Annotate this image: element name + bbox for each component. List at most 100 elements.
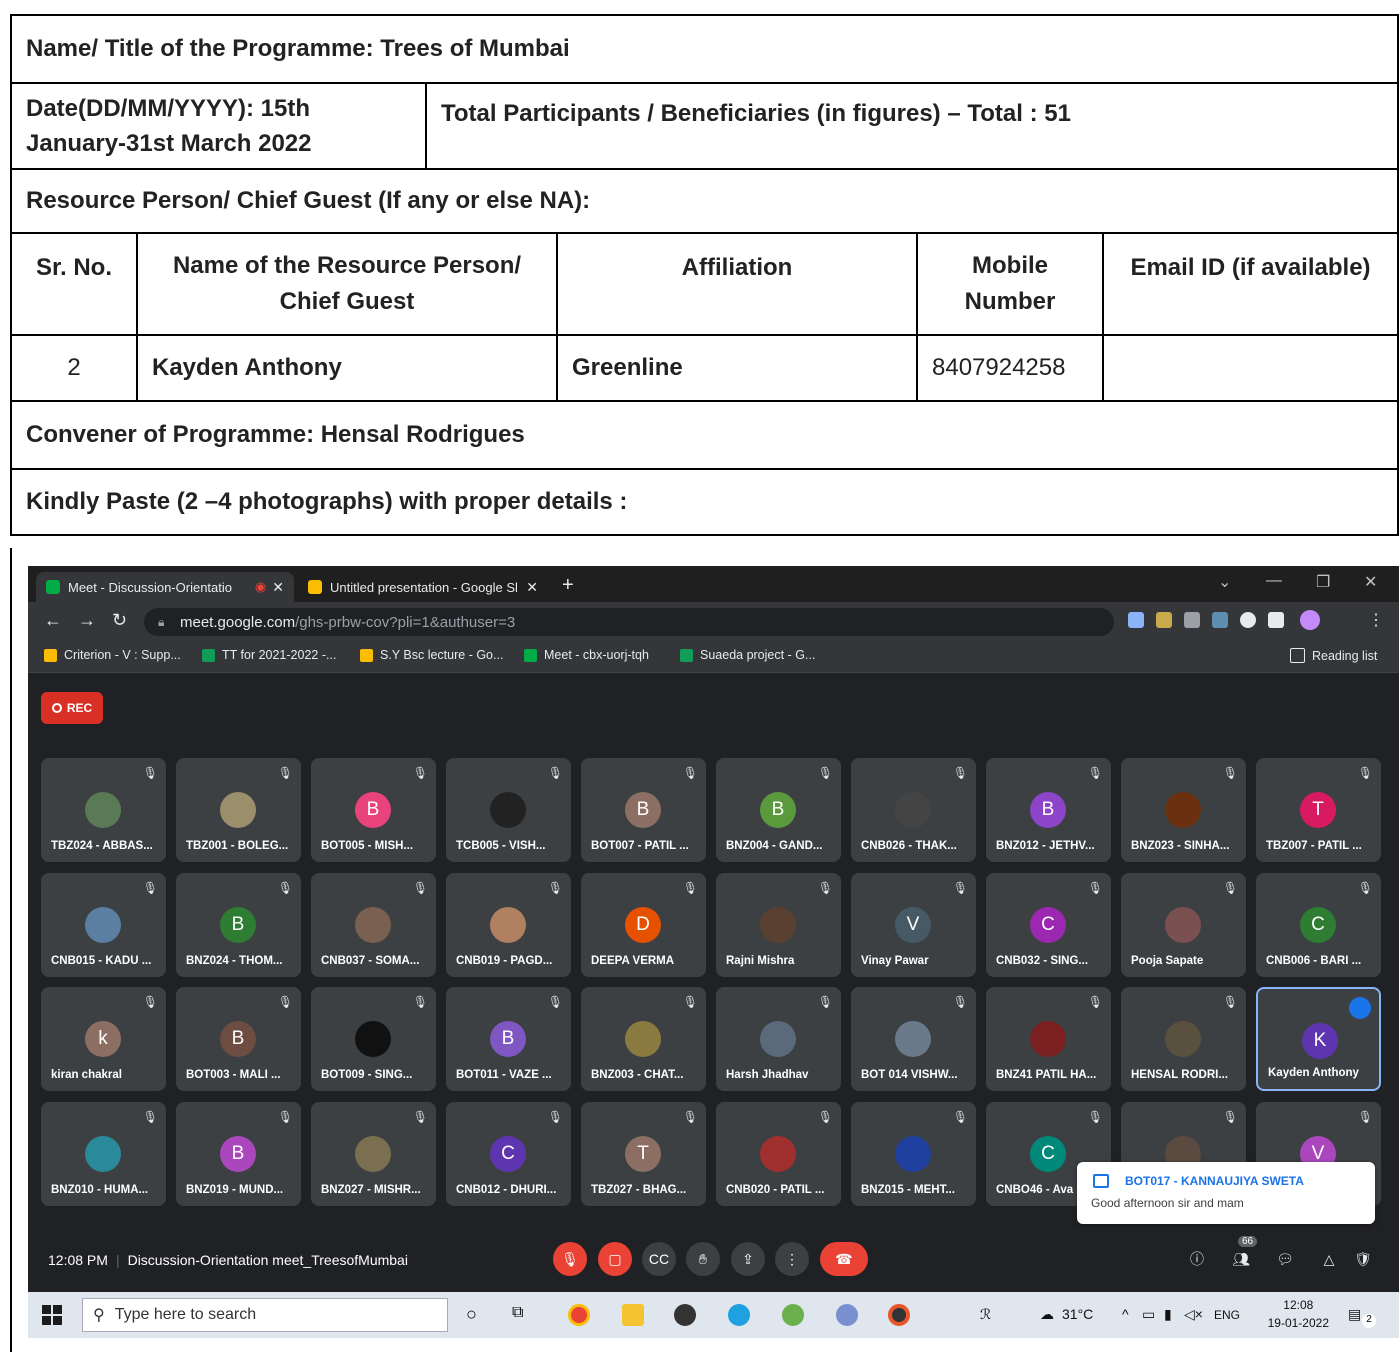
mic-off-icon[interactable]: 🎙︎ — [553, 1242, 587, 1276]
chrome-icon[interactable] — [568, 1304, 590, 1326]
leave-call-icon[interactable]: ☎︎ — [820, 1242, 868, 1276]
tray-expand-icon[interactable]: ^ — [1122, 1306, 1129, 1322]
obs-icon[interactable] — [674, 1304, 696, 1326]
extension-icon[interactable] — [1156, 612, 1172, 628]
tab-slides[interactable]: Untitled presentation - Google Sl ✕ — [298, 572, 548, 602]
bookmark-item[interactable]: Criterion - V : Supp... — [44, 648, 181, 662]
puzzle-icon[interactable] — [1268, 612, 1284, 628]
extension-icon[interactable] — [1212, 612, 1228, 628]
participant-tile[interactable]: 🎙︎ CNB037 - SOMA... — [311, 872, 436, 977]
people-icon[interactable]: 👥︎ — [1224, 1242, 1258, 1276]
file-explorer-icon[interactable] — [622, 1304, 644, 1326]
participant-tile[interactable]: 🎙︎ Harsh Jhadhav — [716, 987, 841, 1091]
volume-muted-icon[interactable]: ◁× — [1184, 1306, 1203, 1323]
participant-tile[interactable]: 🎙︎ TCB005 - VISH... — [446, 758, 571, 862]
people-tray-icon[interactable]: ℛ — [980, 1306, 991, 1323]
bookmark-label: S.Y Bsc lecture - Go... — [380, 648, 504, 662]
participant-tile[interactable]: K Kayden Anthony — [1256, 987, 1381, 1091]
tab-search-icon[interactable]: ⌄ — [1218, 572, 1231, 592]
captions-icon[interactable]: CC — [642, 1242, 676, 1276]
participant-tile[interactable]: 🎙︎ T TBZ027 - BHAG... — [581, 1101, 706, 1206]
bookmark-item[interactable]: Meet - cbx-uorj-tqh — [524, 648, 649, 662]
participant-tile[interactable]: 🎙︎ B BOT005 - MISH... — [311, 758, 436, 862]
participant-tile[interactable]: 🎙︎ TBZ001 - BOLEG... — [176, 758, 301, 862]
participant-tile[interactable]: 🎙︎ CNB020 - PATIL ... — [716, 1101, 841, 1206]
participant-tile[interactable]: 🎙︎ HENSAL RODRI... — [1121, 987, 1246, 1091]
minimize-icon[interactable]: — — [1266, 572, 1282, 590]
taskbar-search[interactable]: ⚲ Type here to search — [82, 1298, 448, 1332]
participant-tile[interactable]: 🎙︎ B BNZ004 - GAND... — [716, 758, 841, 862]
participant-tile[interactable]: 🎙︎ CNB015 - KADU ... — [41, 872, 166, 977]
battery-icon[interactable]: ▭ — [1142, 1306, 1155, 1323]
url-bar[interactable]: 🔒︎ meet.google.com/ghs-prbw-cov?pli=1&au… — [144, 608, 1114, 636]
participant-tile[interactable]: 🎙︎ B BOT011 - VAZE ... — [446, 987, 571, 1091]
participant-tile[interactable]: 🎙︎ B BOT003 - MALI ... — [176, 987, 301, 1091]
chat-notification[interactable]: BOT017 - KANNAUJIYA SWETA Good afternoon… — [1077, 1162, 1375, 1224]
participant-tile[interactable]: 🎙︎ BNZ023 - SINHA... — [1121, 758, 1246, 862]
reload-icon[interactable]: ↻ — [112, 610, 127, 631]
participant-tile[interactable]: 🎙︎ C CNB006 - BARI ... — [1256, 872, 1381, 977]
forward-icon[interactable]: → — [78, 610, 96, 631]
raise-hand-icon[interactable]: ✋︎ — [686, 1242, 720, 1276]
new-tab-icon[interactable]: + — [562, 574, 574, 597]
participant-tile[interactable]: 🎙︎ C CNB032 - SING... — [986, 872, 1111, 977]
menu-icon[interactable]: ⋮ — [1368, 610, 1384, 630]
close-icon[interactable]: ✕ — [272, 579, 284, 596]
close-icon[interactable]: ✕ — [526, 579, 538, 596]
back-icon[interactable]: ← — [44, 610, 62, 631]
participant-tile[interactable]: 🎙︎ k kiran chakral — [41, 987, 166, 1091]
participant-name: DEEPA VERMA — [591, 954, 675, 967]
participant-tile[interactable]: 🎙︎ BNZ41 PATIL HA... — [986, 987, 1111, 1091]
present-icon[interactable]: ⇪ — [731, 1242, 765, 1276]
participant-tile[interactable]: 🎙︎ Rajni Mishra — [716, 872, 841, 977]
notifications-icon[interactable]: ▤ — [1348, 1306, 1361, 1323]
windows-start-icon[interactable] — [42, 1305, 62, 1325]
participant-tile[interactable]: 🎙︎ B BNZ019 - MUND... — [176, 1101, 301, 1206]
extension-icon[interactable] — [1128, 612, 1144, 628]
edge-icon[interactable] — [728, 1304, 750, 1326]
participant-name: BNZ010 - HUMA... — [51, 1183, 149, 1196]
host-controls-icon[interactable]: 🛡︎ — [1346, 1242, 1380, 1276]
participant-tile[interactable]: 🎙︎ CNB026 - THAK... — [851, 758, 976, 862]
media-player-icon[interactable] — [888, 1304, 910, 1326]
bookmark-item[interactable]: S.Y Bsc lecture - Go... — [360, 648, 503, 662]
extension-icon[interactable] — [1184, 612, 1200, 628]
participant-tile[interactable]: 🎙︎ BNZ003 - CHAT... — [581, 987, 706, 1091]
participant-tile[interactable]: 🎙︎ B BNZ024 - THOM... — [176, 872, 301, 977]
camera-off-icon[interactable]: ▢ — [598, 1242, 632, 1276]
extension-icon[interactable] — [1240, 612, 1256, 628]
participant-tile[interactable]: 🎙︎ BNZ010 - HUMA... — [41, 1101, 166, 1206]
participant-tile[interactable]: 🎙︎ C CNB012 - DHURI... — [446, 1101, 571, 1206]
chat-icon[interactable]: 💬︎ — [1268, 1242, 1302, 1276]
qgis-icon[interactable] — [782, 1304, 804, 1326]
participant-tile[interactable]: 🎙︎ D DEEPA VERMA — [581, 872, 706, 977]
mic-tray-icon[interactable]: ▮ — [1164, 1306, 1172, 1323]
r-icon[interactable] — [836, 1304, 858, 1326]
cortana-icon[interactable]: ○ — [466, 1304, 477, 1325]
participant-tile[interactable]: 🎙︎ B BNZ012 - JETHV... — [986, 758, 1111, 862]
participant-tile[interactable]: 🎙︎ BOT 014 VISHW... — [851, 987, 976, 1091]
bookmark-item[interactable]: Suaeda project - G... — [680, 648, 815, 662]
activities-icon[interactable]: △ — [1312, 1242, 1346, 1276]
profile-avatar[interactable] — [1300, 610, 1320, 630]
taskbar-clock[interactable]: 12:08 19-01-2022 — [1268, 1296, 1329, 1332]
task-view-icon[interactable]: ⧉ — [512, 1304, 523, 1322]
restore-icon[interactable]: ❐ — [1316, 572, 1330, 592]
participant-tile[interactable]: 🎙︎ Pooja Sapate — [1121, 872, 1246, 977]
bookmark-item[interactable]: TT for 2021-2022 -... — [202, 648, 336, 662]
participant-tile[interactable]: 🎙︎ BNZ027 - MISHR... — [311, 1101, 436, 1206]
info-icon[interactable]: ⓘ — [1180, 1242, 1214, 1276]
meeting-info: 12:08 PM | Discussion-Orientation meet_Tre… — [48, 1252, 408, 1268]
participant-tile[interactable]: 🎙︎ CNB019 - PAGD... — [446, 872, 571, 977]
participant-tile[interactable]: 🎙︎ V Vinay Pawar — [851, 872, 976, 977]
more-options-icon[interactable]: ⋮ — [775, 1242, 809, 1276]
window-close-icon[interactable]: ✕ — [1364, 572, 1377, 592]
participant-tile[interactable]: 🎙︎ T TBZ007 - PATIL ... — [1256, 758, 1381, 862]
participant-tile[interactable]: 🎙︎ BOT009 - SING... — [311, 987, 436, 1091]
participant-tile[interactable]: 🎙︎ B BOT007 - PATIL ... — [581, 758, 706, 862]
tab-meet[interactable]: Meet - Discussion-Orientatio ◉ ✕ — [36, 572, 294, 602]
participant-tile[interactable]: 🎙︎ TBZ024 - ABBAS... — [41, 758, 166, 862]
participant-tile[interactable]: 🎙︎ BNZ015 - MEHT... — [851, 1101, 976, 1206]
reading-list-button[interactable]: Reading list — [1290, 648, 1377, 663]
language-indicator[interactable]: ENG — [1214, 1308, 1240, 1322]
